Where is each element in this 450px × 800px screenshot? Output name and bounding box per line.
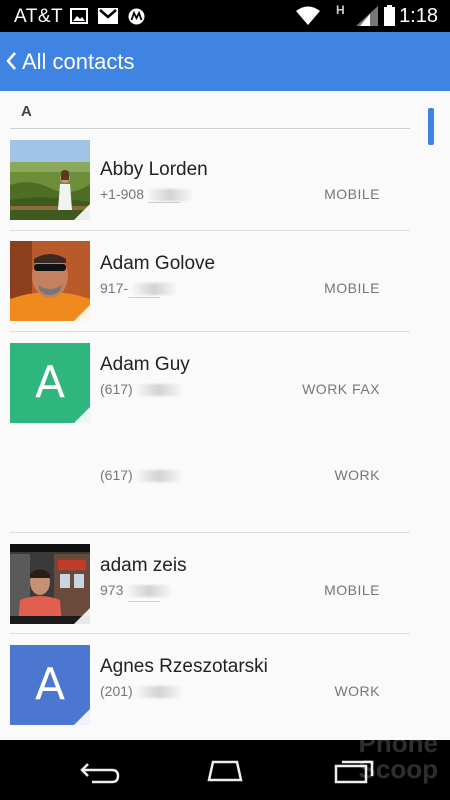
- section-header: A: [21, 103, 32, 120]
- contact-row-adam-zeis[interactable]: adam zeis 973 MOBILE: [0, 533, 420, 633]
- nav-back-icon: [78, 760, 122, 789]
- photo-corner-icon: [74, 305, 90, 321]
- photo-corner-icon: [74, 709, 90, 725]
- contact-number: +1-908: [100, 186, 194, 202]
- number-type-secondary: WORK: [334, 467, 380, 483]
- wifi-icon: [296, 6, 320, 31]
- nav-home-button[interactable]: [195, 750, 255, 790]
- redaction-mark: [148, 202, 180, 203]
- section-divider: [10, 128, 410, 129]
- watermark-line-2: Scoop: [358, 754, 438, 784]
- contact-photo: [10, 241, 90, 321]
- number-type: WORK: [334, 683, 380, 699]
- page-title: All contacts: [22, 49, 135, 74]
- battery-icon: [384, 5, 395, 31]
- back-button[interactable]: All contacts: [0, 32, 160, 91]
- contact-avatar: A: [10, 645, 90, 725]
- motorola-icon: [128, 8, 145, 30]
- contact-row-adam-guy[interactable]: A Adam Guy (617) WORK FAX (617) WORK: [0, 332, 420, 532]
- number-type: WORK FAX: [302, 381, 380, 397]
- photo-corner-icon: [74, 204, 90, 220]
- contact-name: Adam Golove: [100, 253, 216, 274]
- contact-number: 973: [100, 582, 174, 598]
- contact-row-abby-lorden[interactable]: Abby Lorden +1-908 MOBILE: [0, 131, 420, 231]
- contact-avatar: A: [10, 343, 90, 423]
- photo-corner-icon: [74, 608, 90, 624]
- status-bar: AT&T H 1:18: [0, 0, 450, 32]
- contact-name: Abby Lorden: [100, 159, 208, 180]
- image-icon: [70, 8, 88, 29]
- contact-name: Agnes Rzeszotarski: [100, 656, 268, 677]
- contact-number: (617): [100, 381, 183, 397]
- nav-back-button[interactable]: [70, 750, 130, 790]
- number-type: MOBILE: [324, 582, 380, 598]
- number-type: MOBILE: [324, 186, 380, 202]
- chevron-left-icon: [5, 50, 17, 72]
- redaction-mark: [128, 601, 160, 602]
- contact-row-agnes-rzeszotarski[interactable]: A Agnes Rzeszotarski (201) WORK: [0, 634, 420, 734]
- number-type: MOBILE: [324, 280, 380, 296]
- navigation-bar: Phone Scoop: [0, 730, 450, 800]
- signal-icon: [356, 6, 378, 31]
- watermark: Phone Scoop: [290, 730, 450, 800]
- contact-row-adam-golove[interactable]: Adam Golove 917- MOBILE: [0, 231, 420, 331]
- contact-number: (201): [100, 683, 183, 699]
- nav-home-icon: [201, 758, 249, 789]
- contact-name: adam zeis: [100, 555, 187, 576]
- watermark-line-1: Phone: [358, 728, 438, 758]
- clock: 1:18: [399, 5, 438, 27]
- contact-photo: [10, 140, 90, 220]
- redaction-mark: [128, 297, 160, 298]
- network-type-label: H: [336, 3, 345, 17]
- gmail-icon: [98, 8, 118, 29]
- contacts-list[interactable]: A Abby Lorden +1-908 MOBILE Adam Golove …: [0, 91, 450, 740]
- app-bar: All contacts: [0, 32, 450, 91]
- scrollbar[interactable]: [428, 108, 434, 145]
- contact-number: 917-: [100, 280, 179, 296]
- contact-photo: [10, 544, 90, 624]
- photo-corner-icon: [74, 407, 90, 423]
- contact-name: Adam Guy: [100, 354, 190, 375]
- carrier-label: AT&T: [14, 6, 64, 27]
- contact-number-secondary: (617): [100, 467, 183, 483]
